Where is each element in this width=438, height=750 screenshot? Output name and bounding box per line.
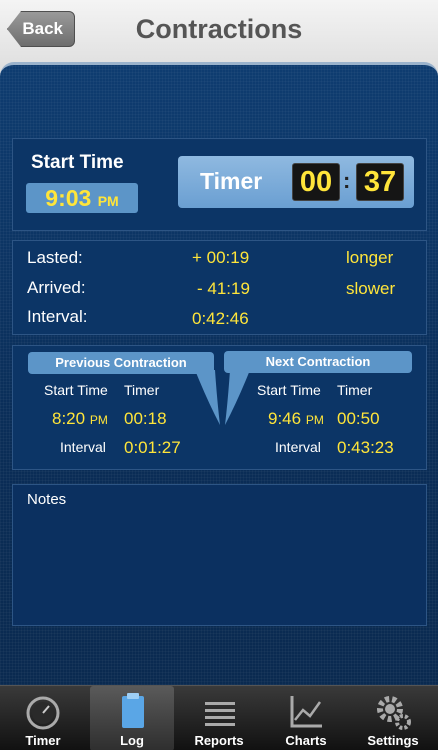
lasted-note: longer <box>346 248 394 267</box>
gear-icon <box>377 696 411 730</box>
list-icon <box>205 702 235 726</box>
next-interval-value: 0:43:23 <box>337 438 394 457</box>
tab-timer[interactable]: Timer <box>1 686 85 750</box>
timer-seconds: 37 <box>356 163 404 201</box>
interval-value: 0:42:46 <box>192 309 249 328</box>
notes-field[interactable] <box>12 484 427 626</box>
previous-start-time-text: 8:20 <box>52 409 86 428</box>
start-time-text: 9:03 <box>45 185 92 211</box>
timer-display: Timer 00 : 37 <box>178 156 414 208</box>
lasted-value: + 00:19 <box>192 248 250 267</box>
next-pointer-icon <box>225 370 250 425</box>
previous-pointer-icon <box>195 370 220 425</box>
start-time-value[interactable]: 9:03 PM <box>26 183 138 213</box>
next-start-time: 9:46 PM <box>268 409 324 429</box>
tab-timer-label: Timer <box>25 733 61 748</box>
interval-label: Interval: <box>27 307 88 326</box>
tab-settings[interactable]: Settings <box>351 686 435 750</box>
next-ampm: PM <box>305 413 324 427</box>
clipboard-icon <box>122 693 144 728</box>
previous-start-time-label: Start Time <box>44 382 108 398</box>
previous-contraction-header: Previous Contraction <box>28 352 214 374</box>
tab-log-label: Log <box>120 733 144 748</box>
arrived-value: - 41:19 <box>197 279 250 298</box>
next-timer-label: Timer <box>337 382 373 398</box>
arrived-label: Arrived: <box>27 278 86 297</box>
previous-interval-value: 0:01:27 <box>124 438 181 457</box>
start-time-label: Start Time <box>31 152 124 173</box>
start-time-ampm: PM <box>97 193 119 209</box>
next-timer-value: 00:50 <box>337 409 380 428</box>
lasted-label: Lasted: <box>27 248 83 267</box>
tab-log[interactable]: Log <box>90 686 174 750</box>
previous-ampm: PM <box>89 413 108 427</box>
next-contraction-header: Next Contraction <box>224 351 412 373</box>
tab-reports-label: Reports <box>194 733 244 748</box>
tab-bar: Timer Log Reports Charts Settings <box>0 685 438 750</box>
next-start-time-label: Start Time <box>257 382 321 398</box>
tab-reports[interactable]: Reports <box>177 686 261 750</box>
arrived-note: slower <box>346 279 396 298</box>
chart-icon <box>290 696 322 728</box>
tab-charts[interactable]: Charts <box>264 686 348 750</box>
tab-charts-label: Charts <box>285 733 327 748</box>
previous-timer-value: 00:18 <box>124 409 167 428</box>
stopwatch-icon <box>26 696 60 730</box>
previous-timer-label: Timer <box>124 382 160 398</box>
page-title: Contractions <box>135 14 303 44</box>
previous-start-time: 8:20 PM <box>52 409 108 429</box>
previous-interval-label: Interval <box>60 439 106 455</box>
tab-settings-label: Settings <box>367 733 419 748</box>
next-interval-label: Interval <box>275 439 321 455</box>
timer-minutes: 00 <box>292 163 340 201</box>
timer-label: Timer <box>200 168 263 194</box>
notes-label: Notes <box>27 491 67 508</box>
next-start-time-text: 9:46 <box>268 409 302 428</box>
timer-separator: : <box>343 168 351 193</box>
